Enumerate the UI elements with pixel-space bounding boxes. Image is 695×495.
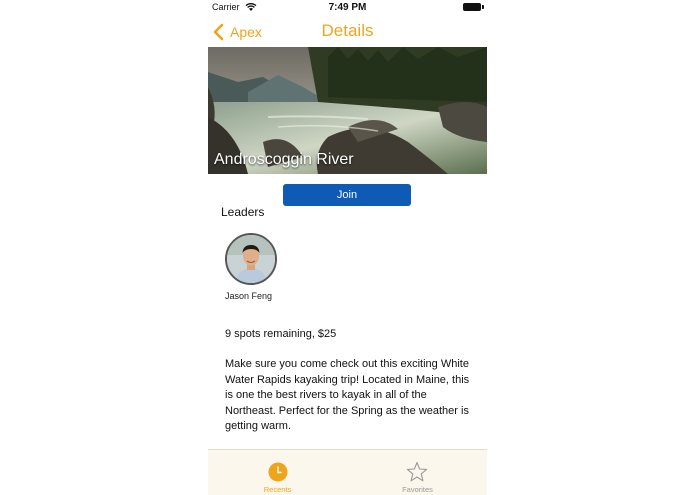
tab-favorites[interactable]: Favorites [348,450,487,495]
tab-recents[interactable]: Recents [208,450,347,495]
hero-image: Androscoggin River [208,47,487,174]
avatar[interactable] [225,233,277,285]
battery-icon [463,3,484,11]
spots-remaining: 9 spots remaining, $25 [225,328,337,340]
status-bar: Carrier 7:49 PM [208,0,487,16]
trip-description: Make sure you come check out this exciti… [225,358,470,432]
leader-photo [227,235,275,283]
tab-bar: Recents Favorites [208,449,487,495]
join-button[interactable]: Join [283,184,411,206]
leader-name: Jason Feng [225,291,273,301]
page-title: Details [321,21,374,40]
star-icon [406,461,428,482]
navigation-bar: Apex Details [208,16,487,48]
clock-icon [268,462,288,482]
clock-time: 7:49 PM [328,2,367,13]
leaders-heading: Leaders [221,205,265,219]
tab-favorites-label: Favorites [402,485,433,494]
app-screen: Carrier 7:49 PM Apex Details Androscoggi… [208,0,487,495]
tab-recents-label: Recents [263,485,292,494]
hero-caption: Androscoggin River [214,151,354,168]
